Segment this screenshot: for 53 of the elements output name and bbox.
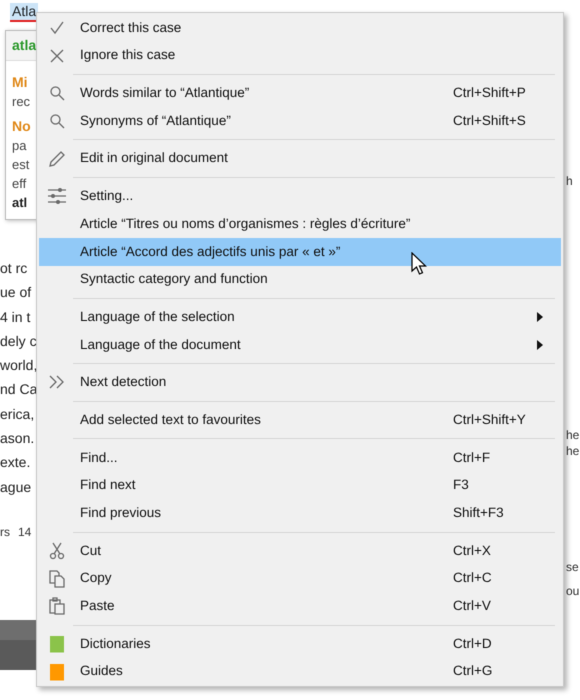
text-line: ason. <box>0 429 36 448</box>
menu-item[interactable]: Find... Ctrl+F <box>39 444 561 472</box>
menu-item[interactable]: Paste Ctrl+V <box>39 592 561 620</box>
menu-item[interactable]: Cut Ctrl+X <box>39 537 561 565</box>
section-text: eff <box>12 175 26 193</box>
text-line: world, <box>0 356 38 376</box>
text-line: exte. <box>0 453 32 472</box>
text-line: ague <box>0 478 32 497</box>
menu-item[interactable]: Copy Ctrl+C <box>39 564 561 592</box>
menu-item[interactable]: Article “Titres ou noms d’organismes : règles d’écriture” <box>39 210 561 238</box>
mouse-cursor-icon <box>411 252 427 276</box>
menu-item[interactable]: Dictionaries Ctrl+D <box>39 630 561 658</box>
menu-item[interactable]: Add selected text to favourites Ctrl+Shift+Y <box>39 406 561 434</box>
sliders-icon <box>47 187 67 206</box>
status-text: 14 <box>18 524 32 541</box>
status-text: rs <box>0 524 10 541</box>
text-fragment: se <box>566 559 579 576</box>
menu-item[interactable]: Find previous Shift+F3 <box>39 499 561 527</box>
section-text: pa <box>12 137 26 155</box>
search-icon <box>49 112 65 129</box>
text-line: dely c <box>0 332 38 351</box>
text-line: 4 in t <box>0 308 32 327</box>
menu-item[interactable]: Language of the selection <box>39 303 561 331</box>
selected-word: Atla <box>10 3 38 22</box>
menu-item[interactable]: Next detection <box>39 368 561 396</box>
text-line: ot rc <box>0 259 28 278</box>
menu-item[interactable]: Find next F3 <box>39 472 561 500</box>
menu-item[interactable]: Syntactic category and function <box>39 266 561 294</box>
clipboard-icon <box>49 597 65 616</box>
popup-footer-text: atl <box>12 194 28 212</box>
menu-item[interactable]: Guides Ctrl+G <box>39 658 561 686</box>
text-line: erica, <box>0 404 36 424</box>
section-text: est <box>12 156 30 174</box>
text-fragment: ou <box>566 583 580 600</box>
menu-item[interactable]: Setting... <box>39 182 561 210</box>
menu-item[interactable]: Synonyms of “Atlantique” Ctrl+Shift+S <box>39 107 561 135</box>
text-fragment: he <box>566 427 580 444</box>
section-heading: Mi <box>12 73 28 92</box>
section-text: rec <box>12 93 30 111</box>
text-fragment: he <box>566 443 580 460</box>
menu-item[interactable]: Words similar to “Atlantique” Ctrl+Shift+P <box>39 79 561 108</box>
menu-item[interactable]: Edit in original document <box>39 144 561 172</box>
copy-icon <box>49 570 65 588</box>
text-line: ue of <box>0 283 32 302</box>
menu-item[interactable]: Article “Accord des adjectifs unis par « et »” <box>39 238 561 266</box>
section-heading: No <box>12 117 31 136</box>
close-icon <box>49 48 65 64</box>
search-icon <box>49 85 65 102</box>
double-chevron-icon <box>48 374 66 390</box>
scissors-icon <box>49 542 65 560</box>
pencil-icon <box>48 150 66 168</box>
menu-item[interactable]: Language of the document <box>39 330 561 359</box>
text-fragment: h <box>566 173 573 190</box>
